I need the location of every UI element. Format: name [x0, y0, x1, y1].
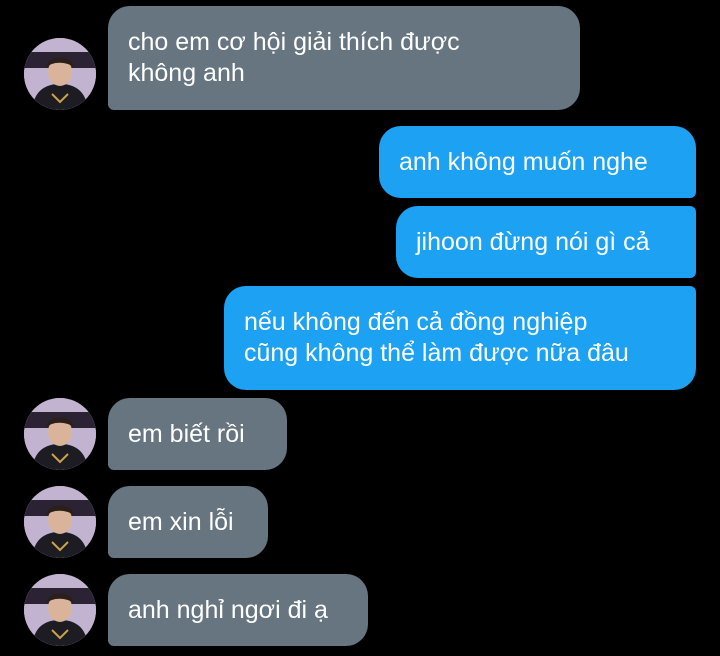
message-line: jihoon đừng nói gì cả: [416, 227, 650, 256]
message-bubble-incoming[interactable]: em biết rồi: [108, 398, 287, 470]
avatar-photo: [24, 486, 96, 558]
message-line: anh không muốn nghe: [399, 147, 648, 176]
message-bubble-incoming[interactable]: cho em cơ hội giải thích được không anh: [108, 6, 580, 110]
message-line: nếu không đến cả đồng nghiệp: [244, 308, 588, 336]
message-line: không anh: [128, 59, 245, 87]
message-line: anh nghỉ ngơi đi ạ: [128, 595, 328, 624]
message-bubble-outgoing[interactable]: anh không muốn nghe: [379, 126, 696, 198]
message-bubble-outgoing[interactable]: nếu không đến cả đồng nghiệp cũng không …: [224, 286, 696, 390]
message-line: em biết rồi: [128, 419, 245, 448]
message-bubble-incoming[interactable]: anh nghỉ ngơi đi ạ: [108, 574, 368, 646]
chat-thread: cho em cơ hội giải thích được không anh …: [0, 0, 720, 656]
avatar[interactable]: [24, 574, 96, 646]
message-bubble-outgoing[interactable]: jihoon đừng nói gì cả: [396, 206, 696, 278]
avatar[interactable]: [24, 398, 96, 470]
avatar-photo: [24, 38, 96, 110]
message-line: cũng không thể làm được nữa đâu: [244, 339, 629, 367]
avatar-photo: [24, 398, 96, 470]
message-bubble-incoming[interactable]: em xin lỗi: [108, 486, 268, 558]
message-line: cho em cơ hội giải thích được: [128, 28, 460, 56]
avatar-photo: [24, 574, 96, 646]
avatar[interactable]: [24, 38, 96, 110]
message-line: em xin lỗi: [128, 507, 234, 536]
avatar[interactable]: [24, 486, 96, 558]
